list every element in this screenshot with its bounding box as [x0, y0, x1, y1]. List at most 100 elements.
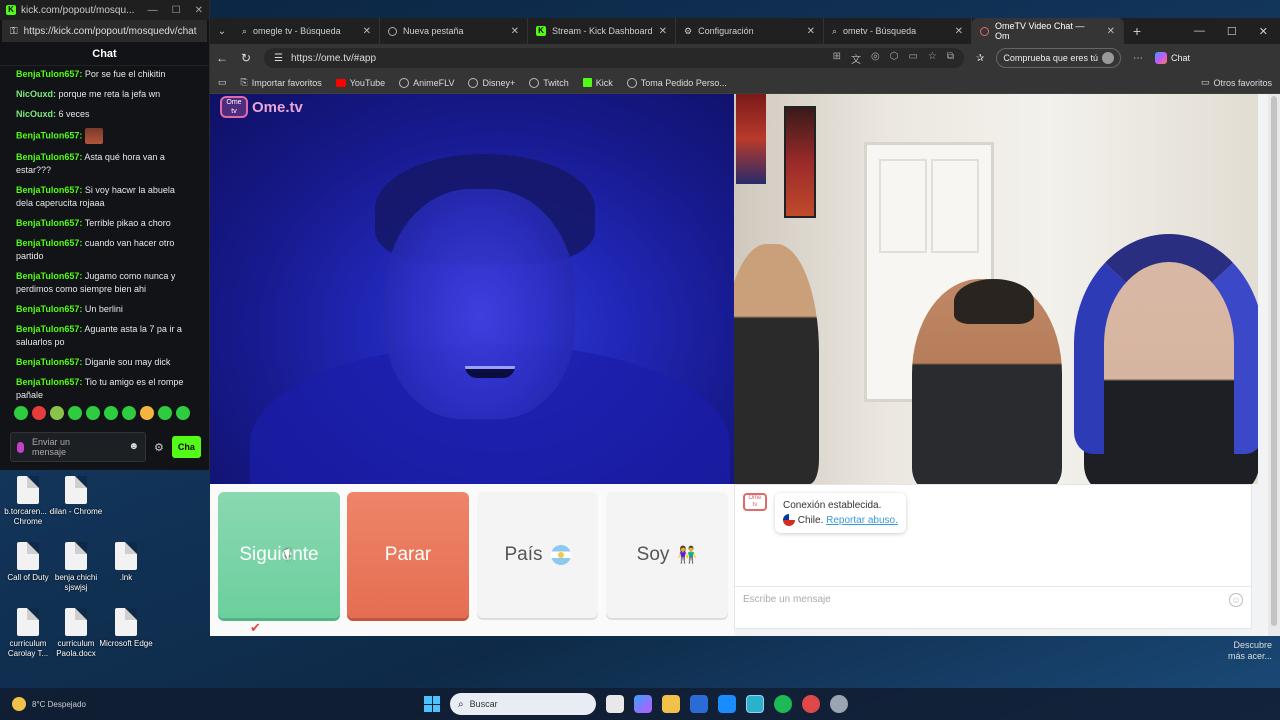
emote-icon[interactable]: [68, 406, 82, 420]
extension-icon[interactable]: ⬡: [890, 51, 899, 66]
send-chat-button[interactable]: Cha: [171, 436, 201, 458]
task-view-icon[interactable]: [606, 695, 624, 713]
emote-icon[interactable]: [50, 406, 64, 420]
close-tab-icon[interactable]: ✕: [363, 26, 371, 37]
page-scrollbar[interactable]: [1268, 94, 1280, 636]
chat-username[interactable]: NicOuxd:: [16, 89, 56, 99]
favorite-icon[interactable]: ☆: [928, 51, 937, 66]
emoji-icon[interactable]: ☺: [1229, 592, 1243, 607]
close-icon[interactable]: ✕: [1259, 25, 1268, 38]
message-input[interactable]: Escribe un mensaje ☺: [735, 586, 1251, 612]
file-explorer-icon[interactable]: [662, 695, 680, 713]
close-tab-icon[interactable]: ✕: [955, 26, 963, 37]
spotify-icon[interactable]: [774, 695, 792, 713]
chat-username[interactable]: BenjaTulon657:: [16, 324, 82, 334]
tab-new-tab[interactable]: Nueva pestaña ✕: [380, 18, 528, 44]
close-icon[interactable]: ✕: [195, 5, 203, 16]
emote-icon[interactable]: [104, 406, 118, 420]
maximize-icon[interactable]: ☐: [1227, 25, 1237, 38]
tab-ometv-active[interactable]: OmeTV Video Chat — Om ✕: [972, 18, 1124, 44]
profile-button[interactable]: Comprueba que eres tú: [996, 48, 1121, 68]
system-tray[interactable]: [1258, 699, 1260, 709]
bookmark-twitch[interactable]: Twitch: [529, 77, 569, 88]
emote-icon[interactable]: [32, 406, 46, 420]
bookmark-toma-pedido[interactable]: Toma Pedido Perso...: [626, 77, 727, 88]
tab-kick-dashboard[interactable]: K Stream - Kick Dashboard ✕: [528, 18, 676, 44]
close-tab-icon[interactable]: ✕: [659, 26, 667, 37]
start-icon[interactable]: [424, 696, 440, 712]
tab-configuracion[interactable]: ⚙ Configuración ✕: [676, 18, 824, 44]
chat-username[interactable]: BenjaTulon657:: [16, 152, 82, 162]
bookmark-disney[interactable]: Disney+: [468, 77, 515, 88]
close-tab-icon[interactable]: ✕: [511, 26, 519, 37]
chat-username[interactable]: BenjaTulon657:: [16, 218, 82, 228]
chat-username[interactable]: BenjaTulon657:: [16, 271, 82, 281]
sidebar-toggle-icon[interactable]: ▭: [218, 77, 227, 88]
more-icon[interactable]: ⋯: [1133, 53, 1143, 64]
stop-button[interactable]: Parar: [347, 492, 469, 618]
chat-username[interactable]: BenjaTulon657:: [16, 69, 82, 79]
bookmark-youtube[interactable]: YouTube: [335, 78, 385, 88]
chat-username[interactable]: BenjaTulon657:: [16, 238, 82, 248]
other-favorites[interactable]: ▭ Otros favoritos: [1201, 77, 1272, 88]
tab-ometv-search[interactable]: ⌕ ometv - Búsqueda ✕: [824, 18, 972, 44]
maximize-icon[interactable]: ☐: [172, 5, 181, 16]
emote-icon[interactable]: [140, 406, 154, 420]
desktop-icon-edge[interactable]: Microsoft Edge: [98, 608, 154, 649]
desktop-icon-benja[interactable]: benja chichi sjswjsj: [48, 542, 104, 593]
reader-icon[interactable]: ◎: [871, 51, 880, 66]
tab-list-icon[interactable]: ⌄: [210, 26, 234, 37]
desktop-icon-chrome-dilan[interactable]: dilan - Chrome: [48, 476, 104, 517]
minimize-icon[interactable]: —: [1194, 25, 1205, 38]
refresh-icon[interactable]: ↻: [240, 51, 252, 65]
emote-icon[interactable]: [158, 406, 172, 420]
outlook-icon[interactable]: [718, 695, 736, 713]
next-button[interactable]: Siguiente: [218, 492, 340, 618]
chat-username[interactable]: BenjaTulon657:: [16, 357, 82, 367]
new-tab-icon[interactable]: +: [1124, 23, 1150, 39]
bookmark-animeflv[interactable]: AnimeFLV: [399, 77, 454, 88]
bookmark-import[interactable]: ⎘ Importar favoritos: [241, 77, 322, 88]
settings-icon[interactable]: ⚙: [154, 441, 164, 454]
camera-icon[interactable]: ▭: [908, 51, 917, 66]
site-info-icon[interactable]: ☰: [274, 53, 283, 64]
report-abuse-link[interactable]: Reportar abuso.: [826, 515, 898, 526]
recorder-icon[interactable]: [802, 695, 820, 713]
favorites-icon[interactable]: ✰: [976, 53, 984, 64]
mic-icon[interactable]: [17, 441, 24, 453]
kick-url-bar[interactable]: ⚿ https://kick.com/popout/mosquedv/chat: [2, 20, 207, 42]
chat-message-input[interactable]: Enviar un mensaje ☻: [10, 432, 146, 462]
tab-omegle-search[interactable]: ⌕ omegle tv - Búsqueda ✕: [234, 18, 380, 44]
emote-icon[interactable]: [86, 406, 100, 420]
desktop-icon-curriculum-paola[interactable]: curriculum Paola.docx: [48, 608, 104, 659]
emote-icon[interactable]: [14, 406, 28, 420]
chat-username[interactable]: BenjaTulon657:: [16, 185, 82, 195]
settings-icon[interactable]: [830, 695, 848, 713]
translate-icon[interactable]: 文: [851, 51, 861, 66]
copilot-button[interactable]: Chat: [1154, 52, 1190, 64]
url-input[interactable]: ☰ https://ome.tv/#app ⊞ 文 ◎ ⬡ ▭ ☆ ⧉: [264, 48, 964, 68]
desktop-icon-lnk[interactable]: .lnk: [98, 542, 154, 583]
copilot-icon[interactable]: [634, 695, 652, 713]
install-app-icon[interactable]: ⊞: [833, 51, 841, 66]
close-tab-icon[interactable]: ✕: [807, 26, 815, 37]
emote-icon[interactable]: [176, 406, 190, 420]
chat-username[interactable]: NicOuxd:: [16, 109, 56, 119]
emote-icon[interactable]: [122, 406, 136, 420]
edge-icon[interactable]: [746, 695, 764, 713]
chat-username[interactable]: BenjaTulon657:: [16, 377, 82, 387]
back-icon[interactable]: ←: [216, 51, 228, 65]
chat-username[interactable]: BenjaTulon657:: [16, 130, 82, 140]
emoji-icon[interactable]: ☻: [128, 442, 139, 452]
chat-username[interactable]: BenjaTulon657:: [16, 304, 82, 314]
close-tab-icon[interactable]: ✕: [1107, 26, 1115, 37]
gender-button[interactable]: Soy 👫: [606, 492, 728, 618]
collections-icon[interactable]: ⧉: [947, 51, 954, 66]
minimize-icon[interactable]: —: [148, 5, 158, 16]
weather-widget[interactable]: 8°C Despejado: [12, 697, 86, 711]
taskbar-search[interactable]: ⌕ Buscar: [450, 693, 596, 715]
store-icon[interactable]: [690, 695, 708, 713]
bookmark-kick[interactable]: Kick: [582, 78, 613, 88]
discover-label[interactable]: Descubre más acer...: [1222, 640, 1272, 662]
country-button[interactable]: País: [477, 492, 598, 618]
